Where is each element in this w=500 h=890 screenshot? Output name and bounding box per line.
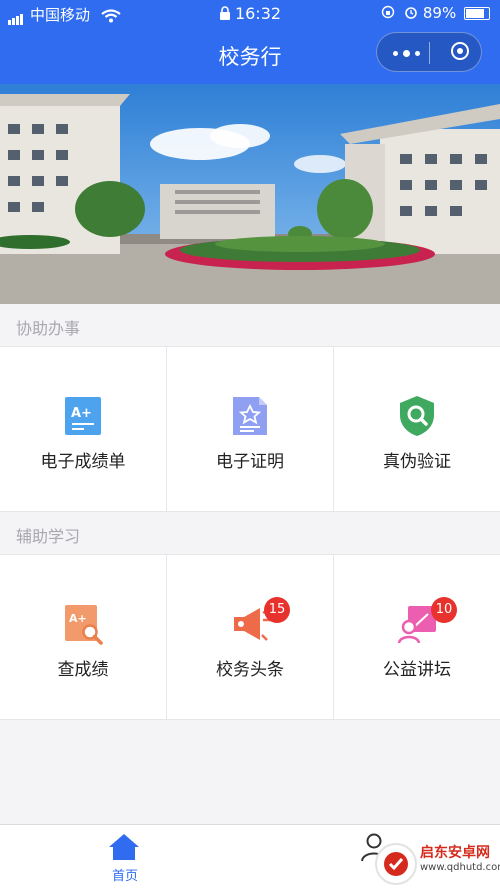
study-services-grid: A+ 查成绩 15 校务头条 10 公益讲坛 bbox=[0, 554, 500, 720]
service-public-lecture[interactable]: 10 公益讲坛 bbox=[333, 555, 500, 719]
section-header-study: 辅助学习 bbox=[0, 512, 500, 554]
watermark-text: 启东安卓网 bbox=[420, 845, 490, 861]
bottom-tab-bar: 首页 启东安卓网 www.qdhutd.com bbox=[0, 824, 500, 890]
service-label: 校务头条 bbox=[216, 660, 284, 680]
tab-home[interactable]: 首页 bbox=[0, 825, 250, 889]
grade-search-icon: A+ bbox=[65, 605, 103, 645]
battery-fill bbox=[466, 9, 484, 18]
more-menu-button[interactable] bbox=[393, 39, 423, 67]
campus-banner-image bbox=[0, 84, 500, 304]
transcript-icon: A+ bbox=[65, 397, 101, 435]
service-certificate[interactable]: 电子证明 bbox=[166, 347, 333, 511]
service-grade-query[interactable]: A+ 查成绩 bbox=[0, 555, 166, 719]
service-label: 电子成绩单 bbox=[40, 452, 126, 472]
watermark-url: www.qdhutd.com bbox=[420, 862, 500, 873]
capsule-divider bbox=[429, 42, 430, 64]
time-text: 16:32 bbox=[234, 4, 282, 23]
service-transcript[interactable]: A+ 电子成绩单 bbox=[0, 347, 166, 511]
certificate-icon bbox=[233, 397, 267, 435]
alarm-icon bbox=[405, 7, 417, 19]
section-title: 辅助学习 bbox=[16, 527, 81, 546]
status-right: 89% bbox=[381, 4, 490, 22]
service-label: 查成绩 bbox=[57, 660, 109, 680]
watermark-logo-icon bbox=[375, 843, 417, 885]
svg-text:A+: A+ bbox=[71, 406, 92, 421]
service-label: 电子证明 bbox=[216, 452, 284, 472]
status-bar: 中国移动 16:32 89% bbox=[0, 0, 500, 28]
assist-services-grid: A+ 电子成绩单 电子证明 真伪验证 bbox=[0, 346, 500, 512]
section-title: 协助办事 bbox=[16, 319, 81, 338]
mini-program-capsule bbox=[376, 32, 482, 72]
verify-shield-icon bbox=[400, 396, 434, 436]
orientation-lock-icon bbox=[382, 5, 395, 19]
service-verify[interactable]: 真伪验证 bbox=[333, 347, 500, 511]
lock-icon bbox=[219, 6, 230, 20]
nav-bar: 校务行 bbox=[0, 28, 500, 84]
home-icon bbox=[109, 834, 139, 860]
unread-badge: 10 bbox=[431, 597, 457, 623]
service-label: 真伪验证 bbox=[383, 452, 451, 472]
service-label: 公益讲坛 bbox=[383, 660, 451, 680]
close-program-button[interactable] bbox=[451, 42, 469, 60]
battery-icon bbox=[464, 7, 490, 20]
svg-text:A+: A+ bbox=[69, 612, 87, 625]
site-watermark: 启东安卓网 www.qdhutd.com bbox=[372, 836, 500, 890]
battery-percent: 89% bbox=[422, 4, 457, 22]
section-header-assist: 协助办事 bbox=[0, 304, 500, 346]
service-school-news[interactable]: 15 校务头条 bbox=[166, 555, 333, 719]
unread-badge: 15 bbox=[264, 597, 290, 623]
tab-label: 首页 bbox=[111, 869, 138, 884]
